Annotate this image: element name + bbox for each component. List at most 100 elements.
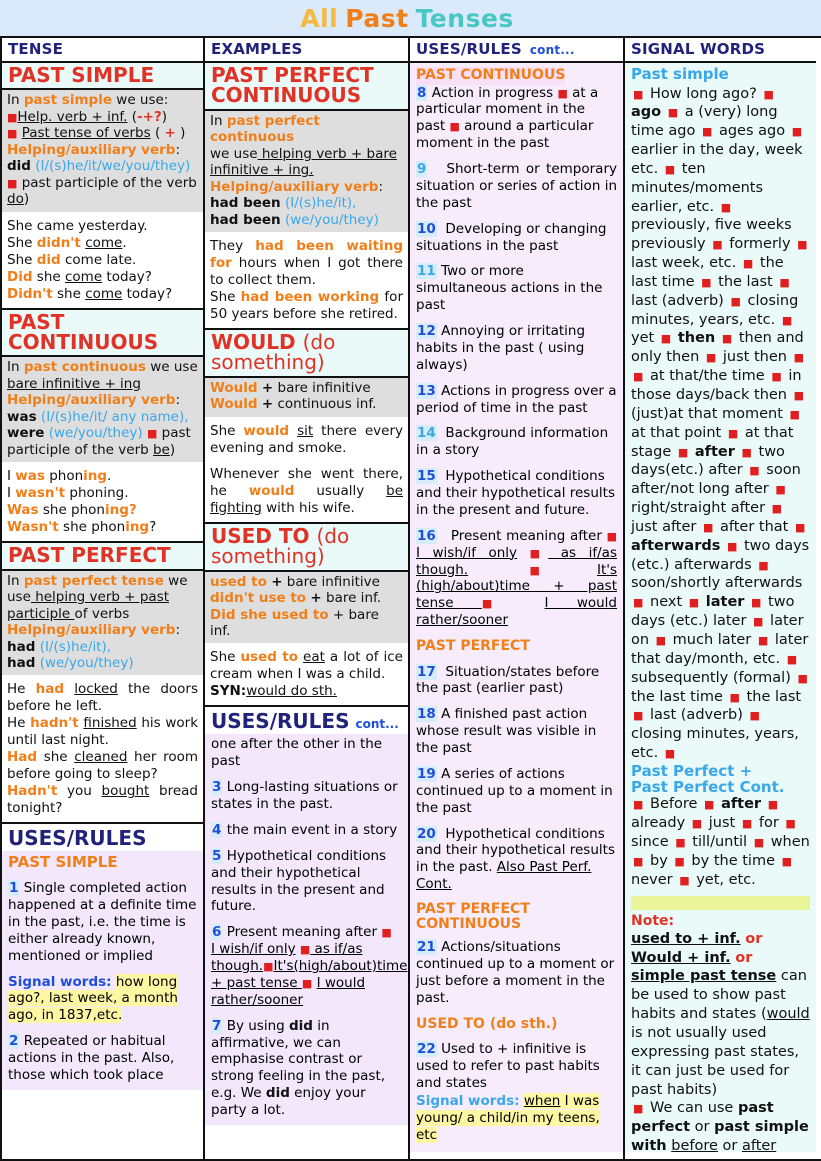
heading-past-continuous-label: PAST CONTINUOUS <box>8 309 159 355</box>
rule-item: 2 Repeated or habitual actions in the pa… <box>8 1033 197 1084</box>
heading-uses-rules-1: USES/RULES <box>2 822 203 852</box>
signal-words-label: Signal words: <box>8 973 112 990</box>
rule-text: Single completed action happened at a de… <box>8 880 197 964</box>
bullet-icon <box>7 127 17 140</box>
rule-text: Actions/situations continued up to a mom… <box>416 939 615 1006</box>
rule-text: Long-lasting situations or states in the… <box>211 779 398 813</box>
bullet-icon <box>529 564 596 577</box>
subheading-past-simple-signal: Past simple <box>631 65 729 83</box>
uses-rules-label-2: USES/RULES <box>211 709 350 734</box>
column-header-signal-words: SIGNAL WORDS <box>625 38 816 63</box>
bullet-icon <box>147 427 157 440</box>
example-line: She didn't come. <box>7 234 127 251</box>
rule-item: 5 Hypothetical conditions and their hypo… <box>211 847 402 916</box>
example-line: She had been working for 50 years before… <box>210 289 403 323</box>
note-line-2: Would + inf. <box>631 949 731 966</box>
bullet-icon <box>449 120 459 133</box>
aux-pronouns-2: (we/you/they) <box>284 211 379 228</box>
bullet-icon <box>530 547 549 560</box>
rule-number: 18 <box>416 706 437 723</box>
example-line: Was she phoning? <box>7 502 137 519</box>
example-line: Hadn't you bought bread tonight? <box>7 783 199 817</box>
syn-text: would do sth. <box>246 683 337 700</box>
column-header-examples: EXAMPLES <box>205 38 408 63</box>
rule-item: 14 Background information in a story <box>416 425 609 459</box>
rule-number: 12 <box>416 323 437 339</box>
bullet-icon <box>302 977 312 990</box>
uses-rules-cont-2: cont... <box>355 717 399 732</box>
rule-text: Repeated or habitual actions in the past… <box>8 1033 175 1083</box>
signal-words-label: Signal words: <box>416 1093 520 1109</box>
aux-word-were: were <box>7 425 45 442</box>
example-line: Did she come today? <box>7 268 152 285</box>
form-would: Would + bare infinitive Would + continuo… <box>205 377 408 417</box>
rule-number: 19 <box>416 765 437 782</box>
rule-number: 11 <box>416 263 437 280</box>
rule-text: Used to + infinitive is used to refer to… <box>416 1041 600 1092</box>
rule-number: 1 <box>8 880 20 897</box>
bullet-icon <box>607 530 617 543</box>
note-line-1: used to + inf. <box>631 930 741 947</box>
heading-past-simple-label: PAST SIMPLE <box>8 63 155 87</box>
rule-number: 7 <box>211 1017 223 1034</box>
example-syn: SYN:would do sth. <box>210 683 403 700</box>
rule-item: 17 Situation/states before the past (ear… <box>416 663 600 697</box>
rule-text: Hypothetical conditions and their hypoth… <box>211 847 387 915</box>
example-line: They had been waiting for hours when I g… <box>210 238 403 289</box>
subheading-past-perfect-signal: Past Perfect + Past Perfect Cont. <box>631 761 785 796</box>
column-examples: EXAMPLES PAST PERFECT CONTINUOUS In past… <box>205 38 410 1159</box>
bullet-icon <box>7 177 17 190</box>
examples-past-simple: She came yesterday. She didn't come. She… <box>2 211 203 308</box>
rule-item: 19 A series of actions continued up to a… <box>416 765 613 816</box>
uses-rules-body-2: one after the other in the past 3 Long-l… <box>205 734 408 1125</box>
syn-label: SYN: <box>210 683 247 700</box>
heading-past-continuous: PAST CONTINUOUS <box>2 307 203 358</box>
rule-number: 8 <box>416 84 428 101</box>
heading-past-perfect-continuous: PAST PERFECT CONTINUOUS <box>205 63 408 111</box>
rule-item: 22 Used to + infinitive is used to refer… <box>416 1041 617 1092</box>
bullet-icon <box>263 960 273 973</box>
aux-pronouns-were: (we/you/they) <box>48 425 143 442</box>
signal-words-past-simple-list: How long ago? ago a (very) long time ago… <box>631 85 810 763</box>
form-past-perfect-continuous: In past perfect continuous we use helpin… <box>205 110 408 233</box>
example-line: He had locked the doors before he left. <box>7 681 198 715</box>
rule-item: 7 By using did in affirmative, we can em… <box>211 1017 386 1119</box>
note-line-3: simple past tense <box>631 968 777 985</box>
heading-past-simple: PAST SIMPLE <box>2 63 203 91</box>
column-header-signal-words-label: SIGNAL WORDS <box>631 40 766 58</box>
subheading-ppc-3: PAST PERFECT CONTINUOUS <box>416 901 530 932</box>
rule-number: 21 <box>416 939 437 956</box>
rule-item: 1 Single completed action happened at a … <box>8 880 197 964</box>
rule-number: 5 <box>211 847 223 864</box>
example-line: She used to eat a lot of ice cream when … <box>210 649 403 683</box>
rule-item: 20 Hypothetical conditions and their hyp… <box>416 825 615 893</box>
note-highlight-strip <box>631 895 810 910</box>
heading-ppc-label: PAST PERFECT CONTINUOUS <box>211 63 374 108</box>
aux-word-had-2: had <box>7 655 36 671</box>
column-signal-words: SIGNAL WORDS Past simple How long ago? a… <box>625 38 816 1159</box>
title-part-tenses: Tenses <box>415 3 514 33</box>
rule-item: 12 Annoying or irritating habits in the … <box>416 323 586 373</box>
rule-number: 20 <box>416 825 437 842</box>
subheading-past-simple: PAST SIMPLE <box>8 853 118 872</box>
example-line: She would sit there every evening and sm… <box>210 422 403 456</box>
rule-number: 16 <box>416 527 437 544</box>
bullet-icon <box>7 111 17 124</box>
examples-past-continuous: I was phoning. I wasn't phoning. Was she… <box>2 462 203 542</box>
aux-word-had-been-1: had been <box>210 195 281 212</box>
rule-item: 10 Developing or changing situations in … <box>416 220 607 254</box>
examples-would: She would sit there every evening and sm… <box>205 416 408 522</box>
signal-words-underlined: when <box>523 1093 561 1109</box>
rule-number: 4 <box>211 821 223 838</box>
heading-past-perfect: PAST PERFECT <box>2 541 203 571</box>
example-line: She did come late. <box>7 251 137 268</box>
bullet-icon <box>633 1102 643 1115</box>
rule-item: 15 Hypothetical conditions and their hyp… <box>416 468 615 518</box>
rule-number: 15 <box>416 468 437 485</box>
column-header-tense-label: TENSE <box>8 40 64 58</box>
rule-number: 9 <box>416 161 428 177</box>
page-title: All Past Tenses <box>0 0 821 36</box>
signal-words-used-to: Signal words: when I was young/ a child/… <box>416 1093 617 1144</box>
worksheet-page: ESLprintables .com All Past Tenses TENSE… <box>0 0 821 1161</box>
rule-intro: one after the other in the past <box>211 736 383 770</box>
